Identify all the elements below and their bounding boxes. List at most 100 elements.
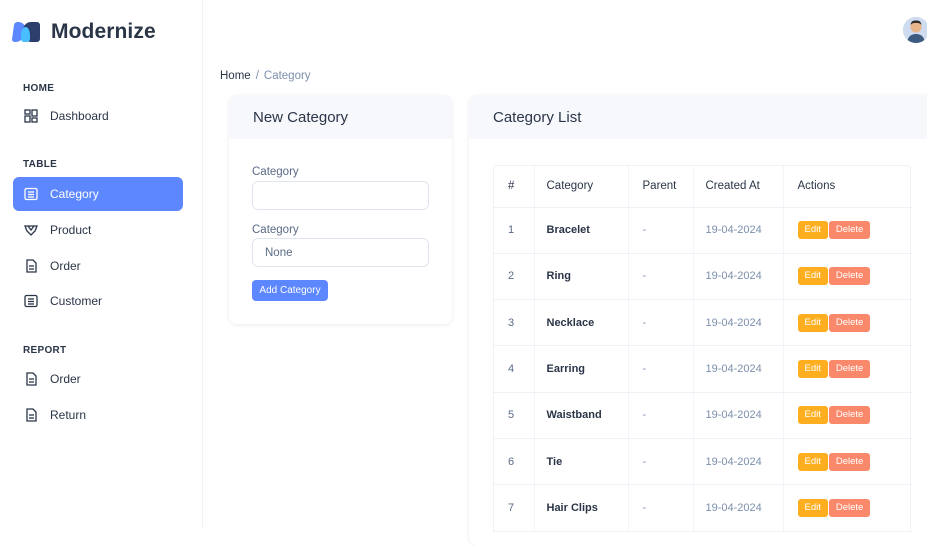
edit-button[interactable]: Edit [797,267,828,286]
edit-button[interactable]: Edit [797,360,828,379]
delete-button[interactable]: Delete [828,267,871,286]
cell-created-at: 19-04-2024 [693,299,784,347]
gem-icon [24,223,38,237]
file-text-icon [24,372,38,386]
category-name-input[interactable] [252,181,429,210]
cell-created-at: 19-04-2024 [693,345,784,393]
cell-parent: - [628,207,694,254]
cell-category: Ring [534,253,629,301]
cell-num: 1 [494,207,535,254]
edit-button[interactable]: Edit [797,313,828,332]
category-name-label: Category [252,166,299,178]
sidebar-section-home: HOME [23,83,55,94]
cell-num: 2 [494,253,535,301]
file-text-icon [24,259,38,273]
table-row: 1 Bracelet - 19-04-2024 Edit Delete [494,207,912,254]
parent-category-value: None [265,246,293,259]
sidebar-section-report: REPORT [23,345,67,356]
cell-num: 6 [494,438,535,486]
parent-category-select[interactable]: None [252,238,429,267]
cell-num: 5 [494,392,535,439]
column-header-parent: Parent [628,166,694,208]
cell-actions: Edit Delete [783,207,912,254]
delete-button[interactable]: Delete [828,221,871,240]
cell-category: Hair Clips [534,484,629,532]
file-text-icon [24,408,38,422]
sidebar-item-customer[interactable]: Customer [13,284,183,318]
sidebar-section-table: TABLE [23,159,58,170]
sidebar-item-dashboard[interactable]: Dashboard [13,99,183,133]
table-row: 2 Ring - 19-04-2024 Edit Delete [494,253,912,301]
cell-actions: Edit Delete [783,253,912,301]
cell-num: 7 [494,484,535,532]
list-box-icon [24,294,38,308]
delete-button[interactable]: Delete [828,452,871,471]
delete-button[interactable]: Delete [828,406,871,425]
table-row: 4 Earring - 19-04-2024 Edit Delete [494,345,912,393]
table-row: 3 Necklace - 19-04-2024 Edit Delete [494,299,912,347]
category-list-title: Category List [469,95,927,139]
cell-category: Earring [534,345,629,393]
sidebar-item-return[interactable]: Return [13,398,183,432]
brand[interactable]: Modernize [11,18,156,46]
delete-button[interactable]: Delete [828,498,871,517]
edit-button[interactable]: Edit [797,498,828,517]
new-category-card: New Category Category Category None Add … [229,95,452,324]
table-header-row: # Category Parent Created At Actions [494,166,912,208]
sidebar-item-label: Customer [50,294,103,308]
delete-button[interactable]: Delete [828,313,871,332]
user-avatar[interactable] [903,17,927,43]
column-header-created-at: Created At [693,166,784,208]
cell-parent: - [628,484,694,532]
cell-created-at: 19-04-2024 [693,392,784,439]
cell-actions: Edit Delete [783,438,912,486]
sidebar-item-label: Product [50,223,92,237]
cell-parent: - [628,392,694,439]
category-list-card: Category List # Category Parent Created … [469,95,927,545]
category-table-wrapper: # Category Parent Created At Actions 1 B… [493,165,912,532]
breadcrumb-home-link[interactable]: Home [220,70,251,82]
cell-created-at: 19-04-2024 [693,438,784,486]
sidebar-item-label: Return [50,408,87,422]
cell-category: Bracelet [534,207,629,254]
cell-parent: - [628,345,694,393]
cell-parent: - [628,299,694,347]
sidebar-item-category[interactable]: Category [13,177,183,211]
cell-actions: Edit Delete [783,299,912,347]
cell-category: Necklace [534,299,629,347]
sidebar-item-label: Order [50,372,81,386]
column-header-num: # [494,166,535,208]
breadcrumb-current: Category [263,70,311,82]
sidebar-item-report-order[interactable]: Order [13,362,183,396]
sidebar-item-product[interactable]: Product [13,213,183,247]
edit-button[interactable]: Edit [797,221,828,240]
cell-created-at: 19-04-2024 [693,484,784,532]
cell-actions: Edit Delete [783,345,912,393]
cell-num: 4 [494,345,535,393]
sidebar-item-label: Dashboard [50,109,109,123]
cell-actions: Edit Delete [783,484,912,532]
cell-actions: Edit Delete [783,392,912,439]
edit-button[interactable]: Edit [797,452,828,471]
modernize-logo-icon [11,21,42,43]
edit-button[interactable]: Edit [797,406,828,425]
list-box-icon [24,187,38,201]
table-row: 5 Waistband - 19-04-2024 Edit Delete [494,392,912,439]
delete-button[interactable]: Delete [828,360,871,379]
cell-category: Waistband [534,392,629,439]
breadcrumb: Home / Category [220,70,311,82]
column-header-category: Category [534,166,629,208]
column-header-actions: Actions [783,166,912,208]
cell-num: 3 [494,299,535,347]
parent-category-label: Category [252,224,299,236]
cell-parent: - [628,438,694,486]
sidebar-item-order[interactable]: Order [13,249,183,283]
breadcrumb-separator: / [255,70,259,82]
cell-created-at: 19-04-2024 [693,207,784,254]
cell-category: Tie [534,438,629,486]
new-category-title: New Category [229,95,452,139]
add-category-button[interactable]: Add Category [252,280,328,301]
cell-parent: - [628,253,694,301]
brand-name: Modernize [51,20,156,43]
sidebar-item-label: Order [50,259,81,273]
